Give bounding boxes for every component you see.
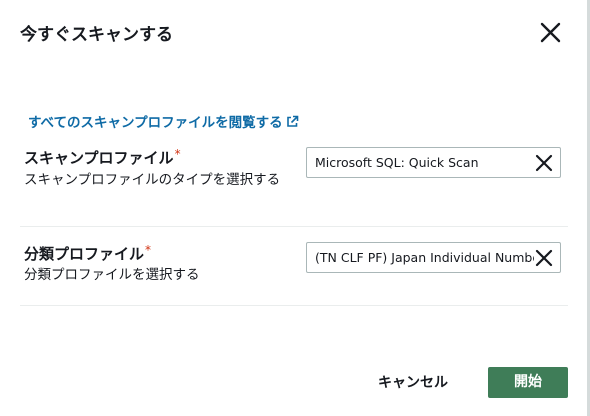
classification-profile-label-text: 分類プロファイル <box>24 245 145 263</box>
classification-profile-label: 分類プロファイル* <box>24 243 151 264</box>
close-button[interactable] <box>538 20 564 46</box>
close-icon <box>540 22 561 43</box>
clear-scan-profile-button[interactable] <box>534 153 554 173</box>
divider <box>20 305 568 306</box>
scan-now-dialog: 今すぐスキャンする すべてのスキャンプロファイルを閲覧する スキャンプロファイル… <box>0 0 590 416</box>
dialog-title: 今すぐスキャンする <box>20 25 173 45</box>
scan-profile-select[interactable]: Microsoft SQL: Quick Scan <box>306 147 561 178</box>
scan-profile-label: スキャンプロファイル* <box>24 147 181 168</box>
external-link-icon <box>286 115 299 128</box>
required-mark: * <box>145 243 152 257</box>
classification-profile-select[interactable]: (TN CLF PF) Japan Individual Number <box>306 242 561 273</box>
link-label: すべてのスキャンプロファイルを閲覧する <box>28 115 283 131</box>
classification-profile-value: (TN CLF PF) Japan Individual Number <box>315 250 535 265</box>
cancel-button[interactable]: キャンセル <box>366 368 460 398</box>
view-all-scan-profiles-link[interactable]: すべてのスキャンプロファイルを閲覧する <box>28 111 299 131</box>
clear-icon <box>535 154 553 172</box>
scan-profile-value: Microsoft SQL: Quick Scan <box>315 155 479 170</box>
clear-icon <box>535 249 553 267</box>
required-mark: * <box>174 147 181 161</box>
divider <box>20 226 568 227</box>
classification-profile-description: 分類プロファイルを選択する <box>24 267 200 283</box>
scan-profile-description: スキャンプロファイルのタイプを選択する <box>24 172 281 188</box>
scan-profile-label-text: スキャンプロファイル <box>24 149 174 167</box>
clear-classification-profile-button[interactable] <box>534 248 554 268</box>
start-button[interactable]: 開始 <box>488 367 568 398</box>
